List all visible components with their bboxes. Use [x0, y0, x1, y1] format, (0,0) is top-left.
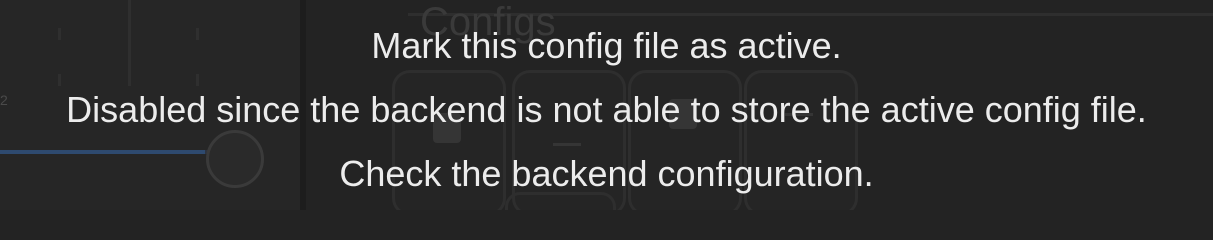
tooltip-line-reason: Disabled since the backend is not able t…: [66, 89, 1147, 130]
screen: 2 Configs Mark this config file as activ…: [0, 0, 1213, 210]
tooltip-line-title: Mark this config file as active.: [371, 25, 842, 66]
tooltip-line-hint: Check the backend configuration.: [339, 153, 874, 194]
tooltip: Mark this config file as active. Disable…: [0, 14, 1213, 206]
